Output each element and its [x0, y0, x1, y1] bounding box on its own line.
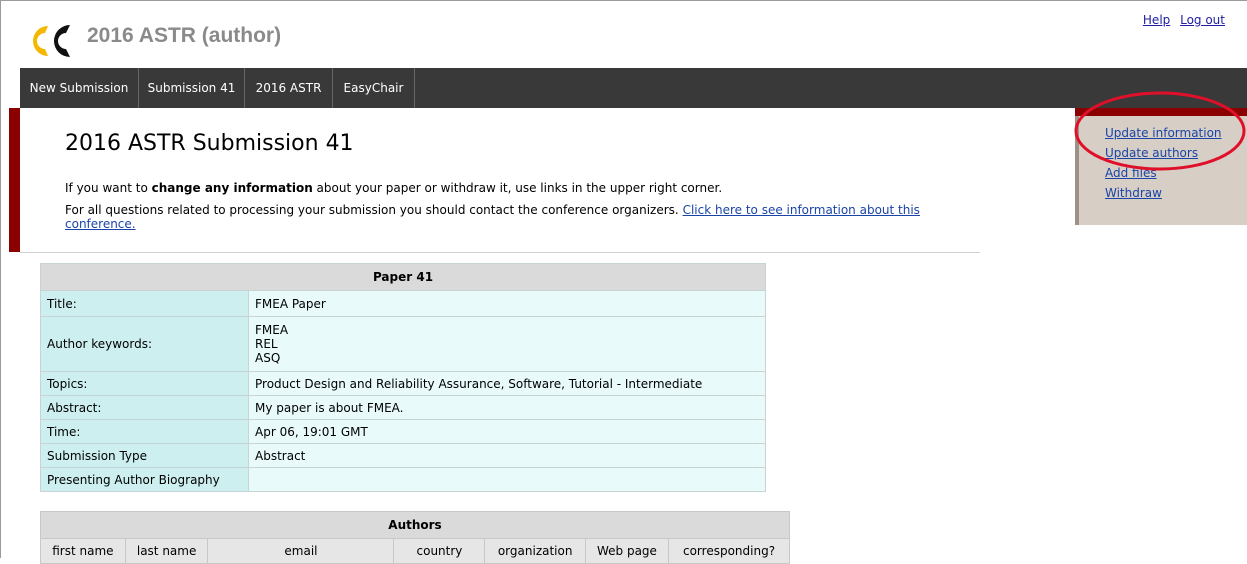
- keywords-label: Author keywords:: [40, 316, 249, 372]
- submission-actions-sidebar: Update information Update authors Add fi…: [1075, 116, 1247, 225]
- info-contact-text: For all questions related to processing …: [65, 203, 920, 231]
- title-label: Title:: [40, 290, 249, 317]
- withdraw-link[interactable]: Withdraw: [1105, 186, 1162, 200]
- keyword-item: ASQ: [255, 351, 281, 365]
- column-header-first-name: first name: [40, 538, 126, 564]
- biography-label: Presenting Author Biography: [40, 467, 249, 492]
- menu-item-easychair[interactable]: EasyChair: [333, 68, 415, 108]
- left-accent-bar: [9, 108, 20, 252]
- sidebar-top-bar: [1075, 108, 1247, 116]
- info-change-bold: change any information: [151, 181, 313, 195]
- authors-table-header: Authors: [40, 511, 790, 539]
- window-left-border: [0, 0, 1, 558]
- abstract-value: My paper is about FMEA.: [248, 395, 766, 420]
- column-header-last-name: last name: [124, 538, 209, 564]
- column-header-email: email: [207, 538, 395, 564]
- app-title: 2016 ASTR (author): [87, 24, 282, 47]
- biography-value: [248, 467, 766, 492]
- time-value: Apr 06, 19:01 GMT: [248, 419, 766, 444]
- page-title: 2016 ASTR Submission 41: [65, 131, 354, 156]
- column-header-web-page: Web page: [584, 538, 670, 564]
- column-header-country: country: [393, 538, 486, 564]
- menu-item-new-submission[interactable]: New Submission: [20, 68, 139, 108]
- logout-link[interactable]: Log out: [1180, 13, 1225, 27]
- keyword-item: FMEA: [255, 323, 289, 337]
- menu-item-submission-41[interactable]: Submission 41: [139, 68, 245, 108]
- title-value: FMEA Paper: [248, 290, 766, 317]
- time-label: Time:: [40, 419, 249, 444]
- info-change-text: If you want to change any information ab…: [65, 181, 723, 195]
- submission-type-value: Abstract: [248, 443, 766, 468]
- top-links: Help Log out: [1137, 13, 1225, 27]
- paper-table: Paper 41 Title: FMEA Paper Author keywor…: [40, 263, 766, 492]
- menu-item-2016-astr[interactable]: 2016 ASTR: [245, 68, 333, 108]
- submission-type-label: Submission Type: [40, 443, 249, 468]
- topics-value: Product Design and Reliability Assurance…: [248, 371, 766, 396]
- keyword-item: REL: [255, 337, 278, 351]
- easychair-logo-icon[interactable]: [26, 22, 72, 60]
- add-files-link[interactable]: Add files: [1105, 166, 1157, 180]
- authors-table: Authors first name last name email count…: [40, 511, 790, 564]
- topics-label: Topics:: [40, 371, 249, 396]
- abstract-label: Abstract:: [40, 395, 249, 420]
- help-link[interactable]: Help: [1143, 13, 1170, 27]
- column-header-corresponding: corresponding?: [668, 538, 790, 564]
- window-top-border: [0, 0, 1247, 1]
- menu-bar: New Submission Submission 41 2016 ASTR E…: [20, 68, 1247, 108]
- column-header-organization: organization: [484, 538, 586, 564]
- update-information-link[interactable]: Update information: [1105, 126, 1222, 140]
- divider: [20, 252, 980, 253]
- paper-table-header: Paper 41: [40, 263, 766, 291]
- update-authors-link[interactable]: Update authors: [1105, 146, 1198, 160]
- keywords-value: FMEA REL ASQ: [248, 316, 766, 372]
